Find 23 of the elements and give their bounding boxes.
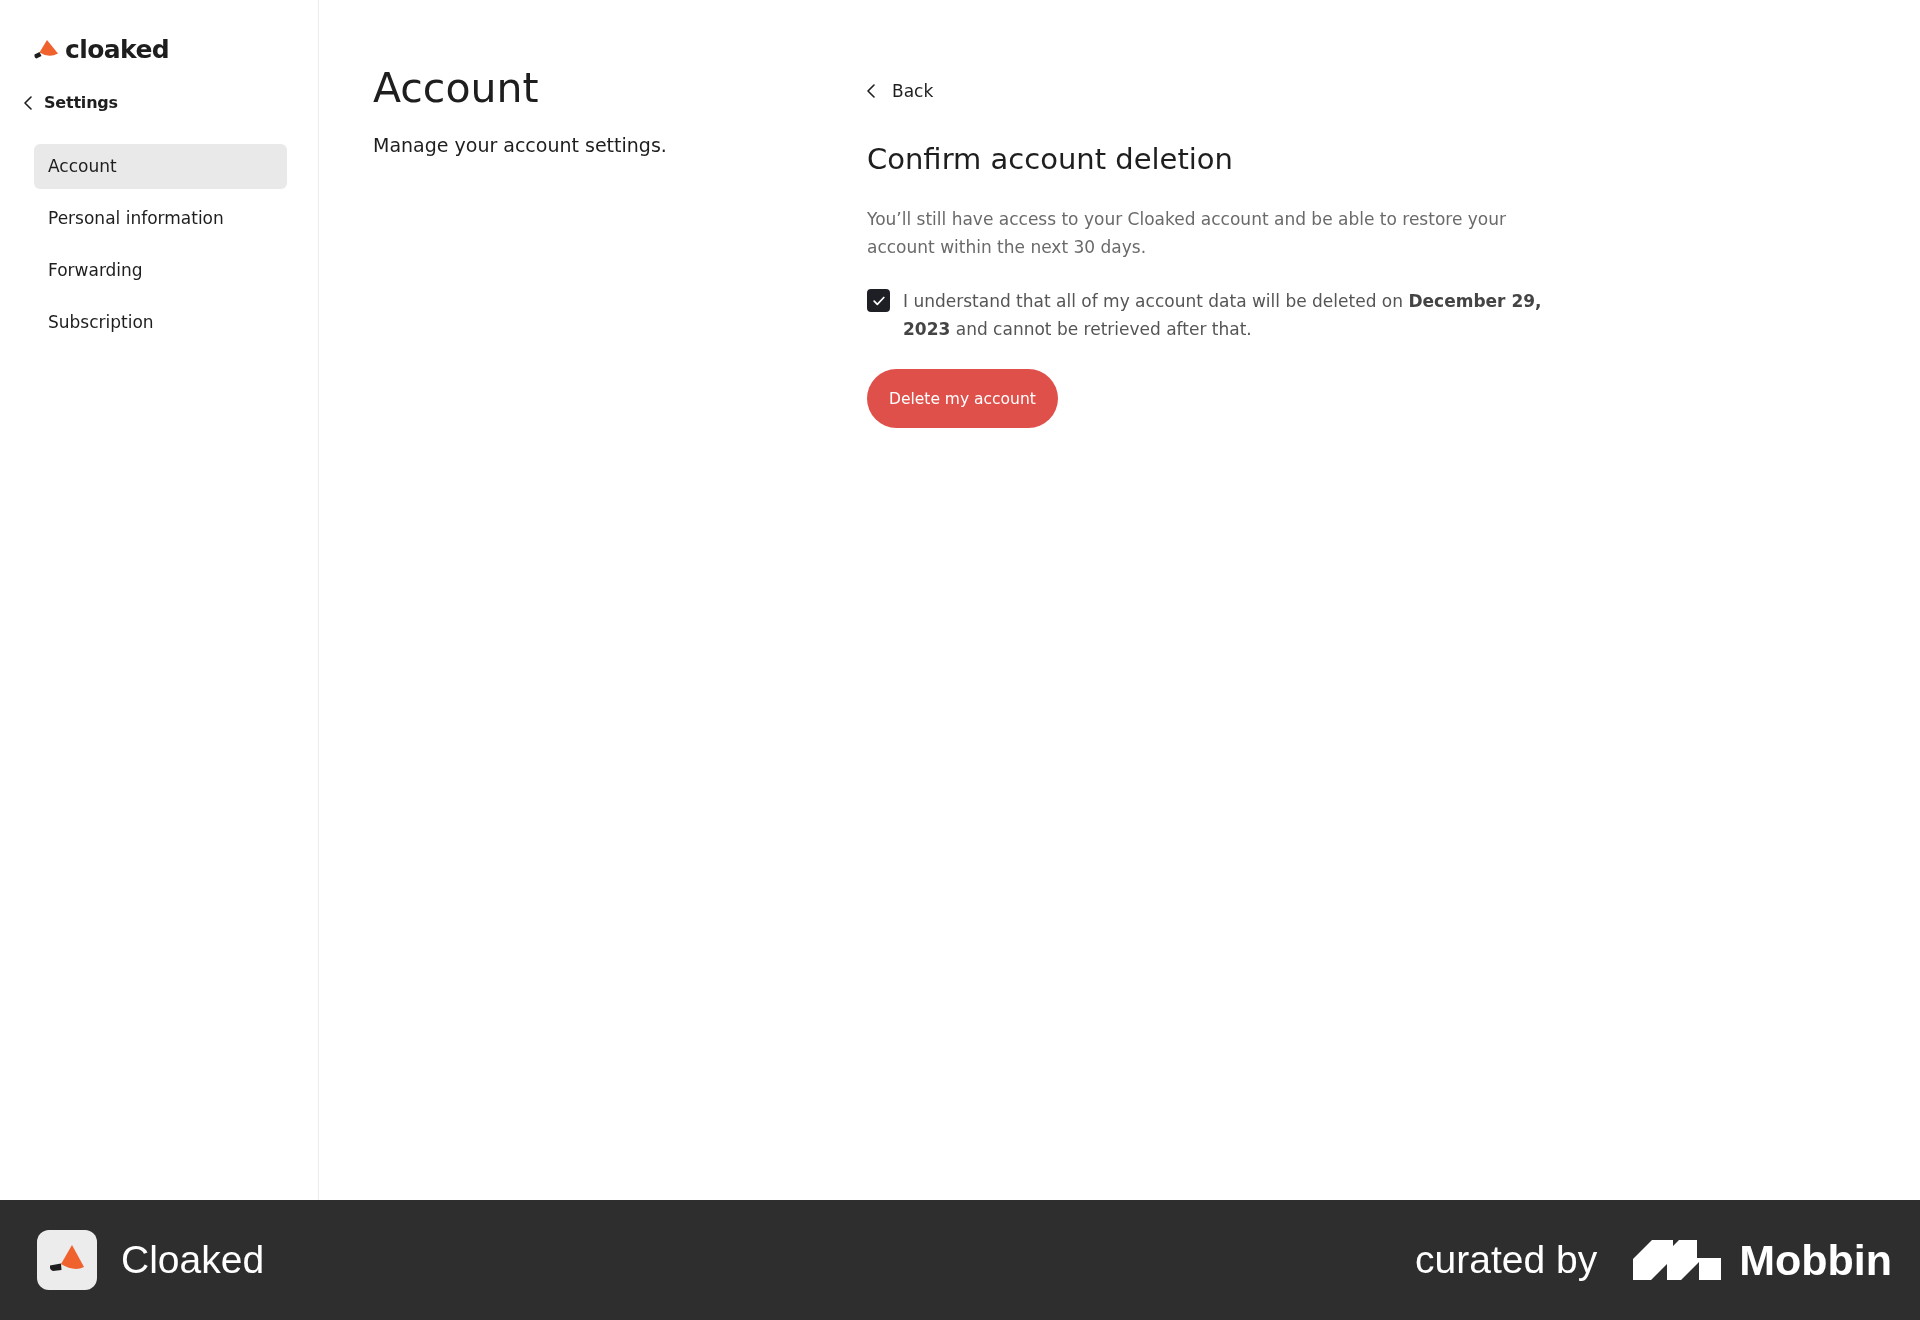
- settings-back-link[interactable]: Settings: [24, 93, 118, 112]
- page-title: Account: [373, 63, 540, 114]
- block-logo-icon: [1633, 1240, 1722, 1280]
- consent-text: I understand that all of my account data will be deleted on December 29, 2023 and cannot be retrieved after that.: [903, 290, 1543, 341]
- checkmark-icon: [872, 295, 885, 306]
- brand-name: Mobbin: [1739, 1235, 1892, 1285]
- chevron-left-icon: [867, 84, 875, 98]
- panel-title: Confirm account deletion: [867, 141, 1234, 178]
- description-text: You’ll still have access to your Cloaked account and be able to restore your account within the next 30 days.: [867, 208, 1507, 259]
- cone-app-icon: [37, 1230, 97, 1290]
- sidebar-item[interactable]: Personal information: [34, 195, 287, 241]
- checkbox[interactable]: [867, 289, 890, 312]
- back-link[interactable]: Back: [867, 81, 934, 101]
- logo-text: cloaked: [65, 34, 170, 64]
- curated-by-text: curated by: [1415, 1238, 1598, 1282]
- chevron-left-icon: [24, 95, 32, 110]
- sidebar-item[interactable]: Subscription: [34, 299, 287, 345]
- sidebar-item[interactable]: Forwarding: [34, 247, 287, 293]
- page-subtitle: Manage your account settings.: [373, 134, 668, 156]
- sidebar-item[interactable]: Account: [34, 143, 287, 189]
- delete-account-button[interactable]: Delete my account: [867, 369, 1058, 428]
- cone-logo-icon: [33, 39, 59, 59]
- app-name: Cloaked: [121, 1238, 265, 1282]
